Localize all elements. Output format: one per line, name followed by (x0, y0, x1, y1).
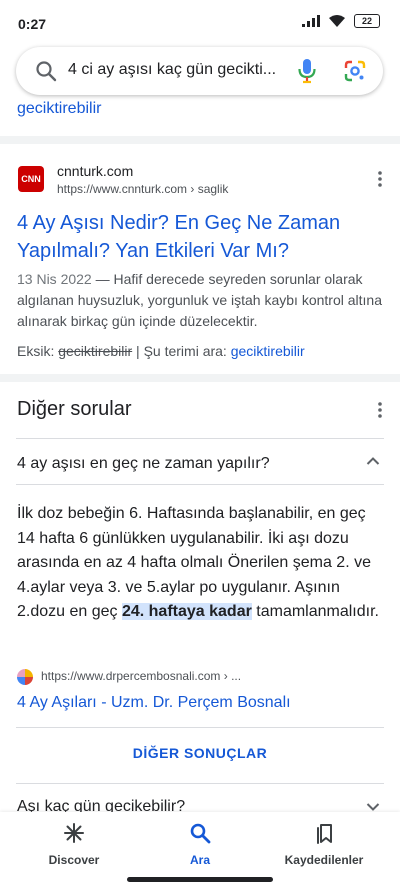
more-options-icon[interactable] (378, 402, 382, 418)
must-include-link[interactable]: geciktirebilir (231, 343, 305, 359)
section-divider (0, 136, 400, 144)
missing-terms-line: Eksik: geciktirebilir | Şu terimi ara: g… (17, 343, 305, 359)
nav-saved-label: Kaydedilenler (284, 853, 364, 867)
search-icon (190, 823, 211, 844)
source-favicon (17, 669, 33, 685)
nav-saved[interactable]: Kaydedilenler (269, 822, 379, 867)
saved-collections-icon (317, 824, 332, 844)
search-bar[interactable]: 4 ci ay aşısı kaç gün gecikti... (16, 47, 383, 95)
chevron-up-icon[interactable] (366, 456, 380, 466)
result-title-link[interactable]: 4 Ay Aşısı Nedir? En Geç Ne Zaman Yapılm… (17, 209, 377, 265)
more-results-button[interactable]: DİĞER SONUÇLAR (0, 745, 400, 761)
source-url[interactable]: https://www.drpercembosnali.com › ... (41, 669, 241, 683)
section-divider (0, 374, 400, 382)
missing-label: Eksik: (17, 343, 59, 359)
svg-text:CNN: CNN (21, 174, 41, 184)
nav-discover[interactable]: Discover (19, 822, 129, 867)
paa-heading: Diğer sorular (17, 398, 132, 420)
search-icon[interactable] (34, 59, 58, 83)
status-bar: 0:27 22 (0, 0, 400, 40)
source-title-link[interactable]: 4 Ay Aşıları - Uzm. Dr. Perçem Bosnalı (17, 694, 291, 712)
result-site-name[interactable]: cnnturk.com (57, 163, 133, 179)
result-url-path: › saglik (187, 182, 229, 196)
divider (16, 438, 384, 439)
nav-search[interactable]: Ara (145, 822, 255, 867)
discover-icon (64, 823, 84, 843)
result-date: 13 Nis 2022 (17, 271, 92, 287)
divider (16, 484, 384, 485)
answer-highlight: 24. haftaya kadar (121, 603, 252, 620)
status-icons: 22 (302, 14, 380, 28)
status-time: 0:27 (18, 16, 47, 32)
result-url-domain: https://www.cnnturk.com (57, 182, 188, 196)
home-indicator[interactable] (127, 877, 273, 882)
nav-search-label: Ara (189, 853, 210, 867)
chevron-down-icon[interactable] (366, 802, 380, 812)
paa-question-expanded[interactable]: 4 ay aşısı en geç ne zaman yapılır? (17, 455, 270, 473)
battery-icon: 22 (354, 14, 380, 28)
divider (16, 727, 384, 728)
paa-answer: İlk doz bebeğin 6. Haftasında başlanabil… (17, 502, 383, 625)
divider (16, 783, 384, 784)
more-options-icon[interactable] (378, 171, 382, 187)
google-lens-icon[interactable] (343, 59, 367, 83)
must-include-label: | Şu terimi ara: (132, 343, 231, 359)
nav-discover-label: Discover (48, 853, 100, 867)
search-input[interactable]: 4 ci ay aşısı kaç gün gecikti... (68, 61, 290, 79)
previous-result-link[interactable]: geciktirebilir (17, 100, 101, 118)
cnn-favicon: CNN (18, 166, 44, 192)
signal-icon (302, 15, 320, 27)
missing-term: geciktirebilir (58, 343, 133, 359)
microphone-icon[interactable] (297, 58, 317, 84)
answer-tail: tamamlanmalıdır. (251, 603, 379, 620)
result-snippet: 13 Nis 2022 — Hafif derecede seyreden so… (17, 269, 383, 332)
result-url[interactable]: https://www.cnnturk.com › saglik (57, 182, 228, 196)
wifi-icon (329, 15, 345, 27)
battery-level: 22 (361, 16, 372, 26)
